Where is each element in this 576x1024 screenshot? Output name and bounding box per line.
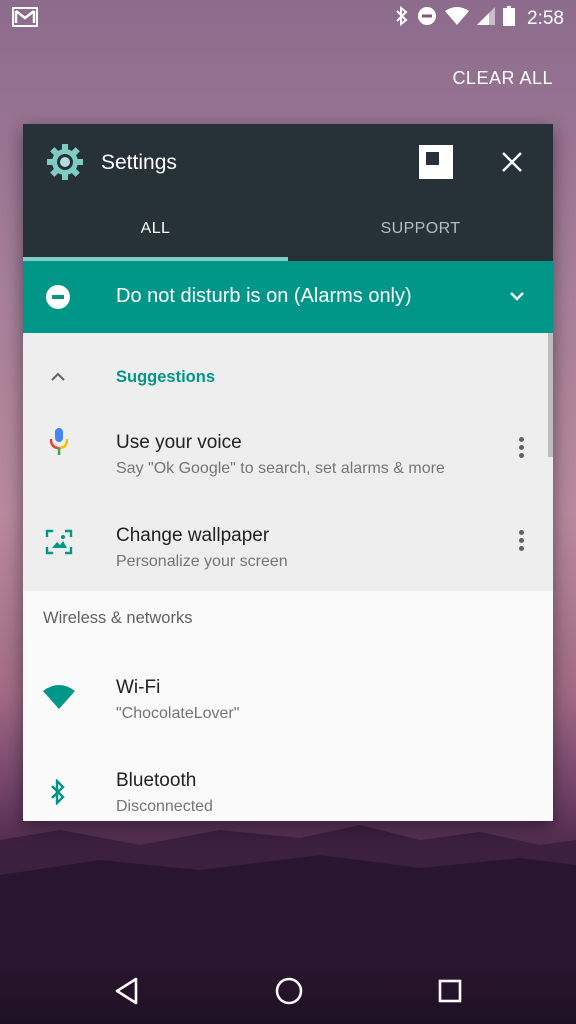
chevron-down-icon[interactable]	[509, 289, 525, 307]
card-title-bar: Settings	[23, 124, 553, 202]
status-bar: 2:58	[0, 0, 576, 36]
wallpaper-icon	[45, 529, 73, 560]
battery-icon	[503, 6, 516, 31]
do-not-disturb-icon	[417, 6, 437, 31]
suggestion-item-wallpaper[interactable]: Change wallpaper Personalize your screen	[23, 508, 553, 588]
wifi-icon	[445, 7, 470, 30]
suggestion-item-voice[interactable]: Use your voice Say "Ok Google" to search…	[23, 415, 553, 495]
home-icon[interactable]	[274, 976, 304, 1011]
settings-item-wifi[interactable]: Wi-Fi "ChocolateLover"	[23, 658, 553, 738]
do-not-disturb-banner[interactable]: Do not disturb is on (Alarms only)	[23, 261, 553, 333]
settings-gear-icon	[46, 143, 84, 186]
gmail-icon	[12, 7, 38, 32]
suggestion-subtitle: Say "Ok Google" to search, set alarms & …	[116, 460, 445, 477]
chevron-up-icon[interactable]	[50, 370, 66, 388]
wifi-icon	[43, 685, 75, 714]
bluetooth-icon	[395, 5, 409, 31]
close-icon[interactable]	[501, 151, 523, 178]
scrollbar[interactable]	[548, 333, 553, 457]
tab-support[interactable]: SUPPORT	[288, 202, 553, 261]
app-title: Settings	[101, 151, 177, 174]
wallpaper-mountains	[0, 825, 576, 970]
settings-item-title: Bluetooth	[116, 770, 197, 791]
recent-app-card-settings[interactable]: Settings ALL SUPPORT Do not disturb is o…	[23, 124, 553, 821]
tab-bar: ALL SUPPORT	[23, 202, 553, 261]
navigation-bar	[0, 960, 576, 1024]
settings-item-subtitle: "ChocolateLover"	[116, 705, 240, 722]
tab-all[interactable]: ALL	[23, 202, 288, 261]
suggestion-title: Use your voice	[116, 432, 242, 453]
settings-item-title: Wi-Fi	[116, 677, 161, 698]
microphone-icon	[49, 427, 69, 462]
more-vert-icon[interactable]	[519, 530, 525, 554]
clear-all-button[interactable]: CLEAR ALL	[452, 68, 553, 89]
recents-icon[interactable]	[437, 976, 463, 1011]
back-icon[interactable]	[114, 976, 140, 1011]
suggestions-label: Suggestions	[116, 368, 216, 386]
suggestion-title: Change wallpaper	[116, 525, 270, 546]
more-vert-icon[interactable]	[519, 437, 525, 461]
suggestion-subtitle: Personalize your screen	[116, 553, 288, 570]
do-not-disturb-icon	[46, 285, 70, 309]
signal-icon	[477, 7, 496, 30]
dnd-banner-text: Do not disturb is on (Alarms only)	[116, 285, 412, 307]
split-screen-icon[interactable]	[419, 145, 453, 179]
bluetooth-icon	[50, 778, 66, 810]
suggestions-section: Suggestions Use your voice Say "Ok Googl…	[23, 333, 553, 591]
settings-item-bluetooth[interactable]: Bluetooth Disconnected	[23, 751, 553, 821]
settings-item-subtitle: Disconnected	[116, 798, 213, 815]
section-header-wireless: Wireless & networks	[43, 609, 193, 627]
clock: 2:58	[527, 7, 564, 29]
